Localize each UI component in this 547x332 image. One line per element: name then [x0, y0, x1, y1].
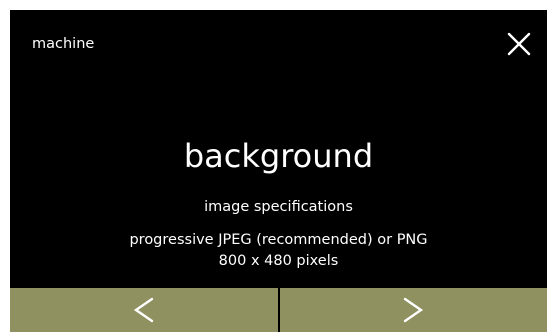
- page-title: background: [183, 137, 374, 175]
- spec-size-text: 800 x 480 pixels: [218, 253, 339, 269]
- spec-format-text: progressive JPEG (recommended) or PNG: [129, 232, 428, 248]
- machine-screen: machine background image specifications …: [10, 10, 547, 332]
- close-icon: [507, 32, 531, 56]
- next-button[interactable]: [280, 288, 547, 332]
- chevron-right-icon: [404, 297, 424, 323]
- nav-bar: [10, 288, 547, 332]
- close-button[interactable]: [505, 30, 533, 58]
- image-specifications-label: image specifications: [204, 199, 353, 215]
- chevron-left-icon: [133, 297, 153, 323]
- header-title: machine: [32, 36, 95, 52]
- previous-button[interactable]: [10, 288, 280, 332]
